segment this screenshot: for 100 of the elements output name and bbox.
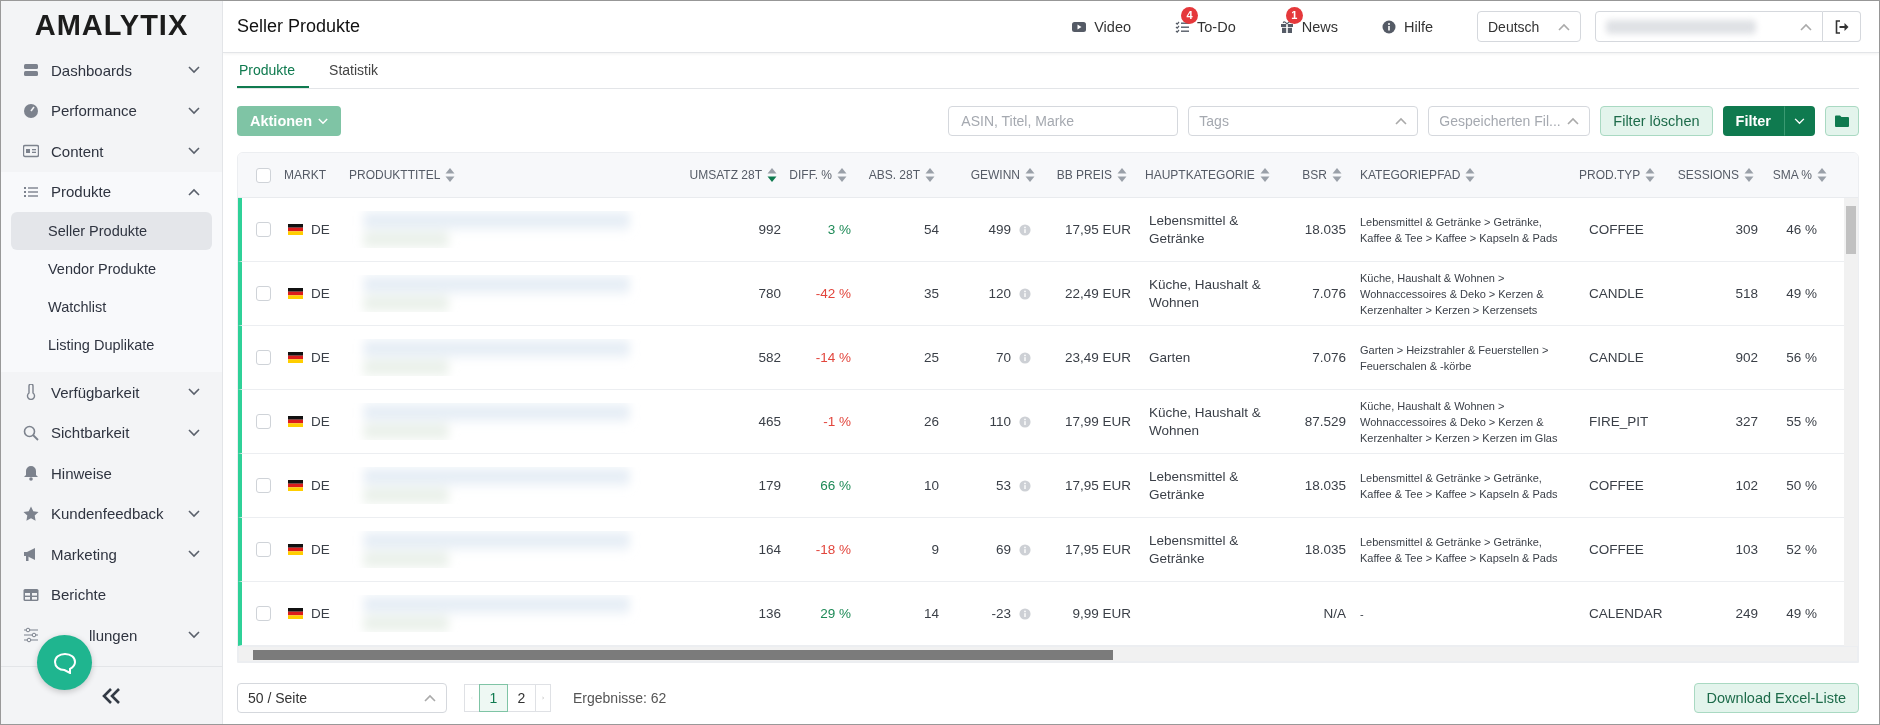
column-header[interactable]: DIFF. %	[789, 168, 832, 182]
table-cell-text: 9	[930, 541, 940, 559]
table-cell: 120	[988, 286, 1011, 301]
sidebar-subitem[interactable]: Listing Duplikate	[11, 326, 212, 364]
column-header[interactable]: BB PREIS	[1056, 168, 1112, 182]
sidebar-item[interactable]: Dashboards	[1, 50, 222, 91]
tab[interactable]: Produkte	[237, 53, 310, 88]
sort-icon[interactable]	[1645, 167, 1656, 183]
info-icon[interactable]	[1019, 287, 1031, 300]
header-link[interactable]: Hilfe	[1382, 18, 1433, 35]
sort-icon[interactable]	[445, 167, 456, 183]
tab[interactable]: Statistik	[315, 53, 393, 88]
column-header[interactable]: PROD.TYP	[1579, 168, 1641, 182]
gift-icon	[1279, 19, 1294, 34]
column-header[interactable]: BSR	[1302, 168, 1327, 182]
column-header[interactable]: PRODUKTTITEL	[349, 168, 441, 182]
page-size-select[interactable]: 50 / Seite	[237, 683, 447, 713]
chevron-down-icon	[188, 388, 200, 397]
info-icon[interactable]	[1019, 415, 1031, 428]
german-flag-icon	[288, 224, 303, 235]
row-checkbox[interactable]	[256, 542, 271, 557]
column-header[interactable]: UMSATZ 28T	[689, 168, 762, 182]
sidebar-item[interactable]: Content	[1, 131, 222, 172]
sort-icon[interactable]	[925, 167, 935, 183]
sort-icon[interactable]	[1465, 167, 1476, 183]
row-checkbox[interactable]	[256, 478, 271, 493]
sort-icon[interactable]	[1259, 167, 1270, 183]
filter-button[interactable]: Filter	[1722, 106, 1784, 136]
column-header[interactable]: GEWINN	[970, 168, 1020, 182]
page-button[interactable]: 1	[479, 684, 508, 712]
table-cell-text: CANDLE	[1588, 285, 1645, 303]
row-checkbox[interactable]	[256, 286, 271, 301]
sidebar-item[interactable]: Berichte	[1, 574, 222, 615]
sort-icon[interactable]	[1025, 167, 1035, 183]
download-button[interactable]: Download Excel-Liste	[1693, 683, 1859, 713]
search-field[interactable]: ASIN, Titel, Marke	[948, 106, 1179, 136]
clear-filter-button[interactable]: Filter löschen	[1600, 106, 1713, 136]
table-cell-text: 49 %	[1785, 605, 1818, 623]
row-checkbox[interactable]	[256, 606, 271, 621]
column-header[interactable]: MARKT	[284, 168, 326, 182]
column-header[interactable]: SMA %	[1772, 168, 1812, 182]
vertical-scrollbar[interactable]	[1844, 198, 1858, 646]
info-icon[interactable]	[1019, 543, 1031, 556]
info-icon[interactable]	[1019, 351, 1031, 364]
table-icon	[23, 586, 39, 603]
sidebar-subitem[interactable]: Seller Produkte	[11, 212, 212, 250]
market-code: DE	[311, 286, 330, 301]
info-icon[interactable]	[1019, 607, 1031, 620]
filter-dropdown-button[interactable]	[1784, 106, 1815, 136]
table-cell: 70	[995, 350, 1011, 365]
chevron-up-icon	[1800, 22, 1812, 31]
chevron-up-icon	[1395, 117, 1408, 125]
info-icon[interactable]	[1019, 223, 1031, 236]
sort-icon[interactable]	[1744, 167, 1754, 183]
next-page-button[interactable]	[535, 684, 551, 712]
sort-icon[interactable]	[767, 167, 777, 183]
id-card-icon	[23, 143, 39, 160]
sidebar-subitem[interactable]: Watchlist	[11, 288, 212, 326]
table-cell-text: Garten > Heizstrahler & Feuerstellen > Feuerschalen & -körbe	[1360, 342, 1550, 374]
previous-page-button[interactable]	[464, 684, 480, 712]
table-cell-text: 87.529	[1303, 413, 1347, 431]
sort-icon[interactable]	[1332, 167, 1342, 183]
table-cell-text: 309	[1734, 221, 1759, 239]
table-cell-text: 50 %	[1785, 477, 1818, 495]
select-all-checkbox[interactable]	[256, 167, 271, 183]
logout-button[interactable]	[1823, 11, 1861, 42]
sidebar-item[interactable]: Hinweise	[1, 453, 222, 494]
table-cell-text: 102	[1734, 477, 1759, 495]
sidebar-item[interactable]: Verfügbarkeit	[1, 372, 222, 413]
language-select[interactable]: Deutsch	[1477, 11, 1581, 42]
column-header[interactable]: KATEGORIEPFAD	[1360, 168, 1461, 182]
info-icon[interactable]	[1019, 479, 1031, 492]
sort-icon[interactable]	[1817, 167, 1827, 183]
row-checkbox[interactable]	[256, 222, 271, 237]
sidebar-item[interactable]: Sichtbarkeit	[1, 412, 222, 453]
chevron-down-icon	[188, 509, 200, 518]
gauge-icon	[23, 102, 39, 119]
sort-icon[interactable]	[1117, 167, 1127, 183]
row-checkbox[interactable]	[256, 350, 271, 365]
sort-icon[interactable]	[837, 167, 847, 183]
sidebar-item[interactable]: Marketing	[1, 534, 222, 575]
chat-button[interactable]	[37, 635, 92, 690]
sidebar-item[interactable]: Produkte	[1, 171, 222, 212]
sidebar-subitem[interactable]: Vendor Produkte	[11, 250, 212, 288]
chevron-down-icon	[188, 631, 200, 640]
collapse-icon[interactable]	[101, 686, 122, 705]
column-header[interactable]: HAUPTKATEGORIE	[1145, 168, 1255, 182]
sidebar-item[interactable]: Kundenfeedback	[1, 493, 222, 534]
column-header[interactable]: ABS. 28T	[868, 168, 920, 182]
table-cell-text: 582	[757, 349, 782, 367]
sidebar-item[interactable]: Performance	[1, 90, 222, 131]
horizontal-scrollbar[interactable]	[238, 646, 1858, 662]
sidebar-item[interactable]: llungen	[1, 615, 222, 656]
folder-button[interactable]	[1825, 106, 1859, 136]
column-header[interactable]: SESSIONS	[1677, 168, 1739, 182]
header-link[interactable]: Video	[1072, 18, 1132, 35]
table-cell-text: 46 %	[1785, 221, 1818, 239]
german-flag-icon	[288, 288, 303, 299]
chevron-down-icon	[318, 117, 329, 125]
row-checkbox[interactable]	[256, 414, 271, 429]
